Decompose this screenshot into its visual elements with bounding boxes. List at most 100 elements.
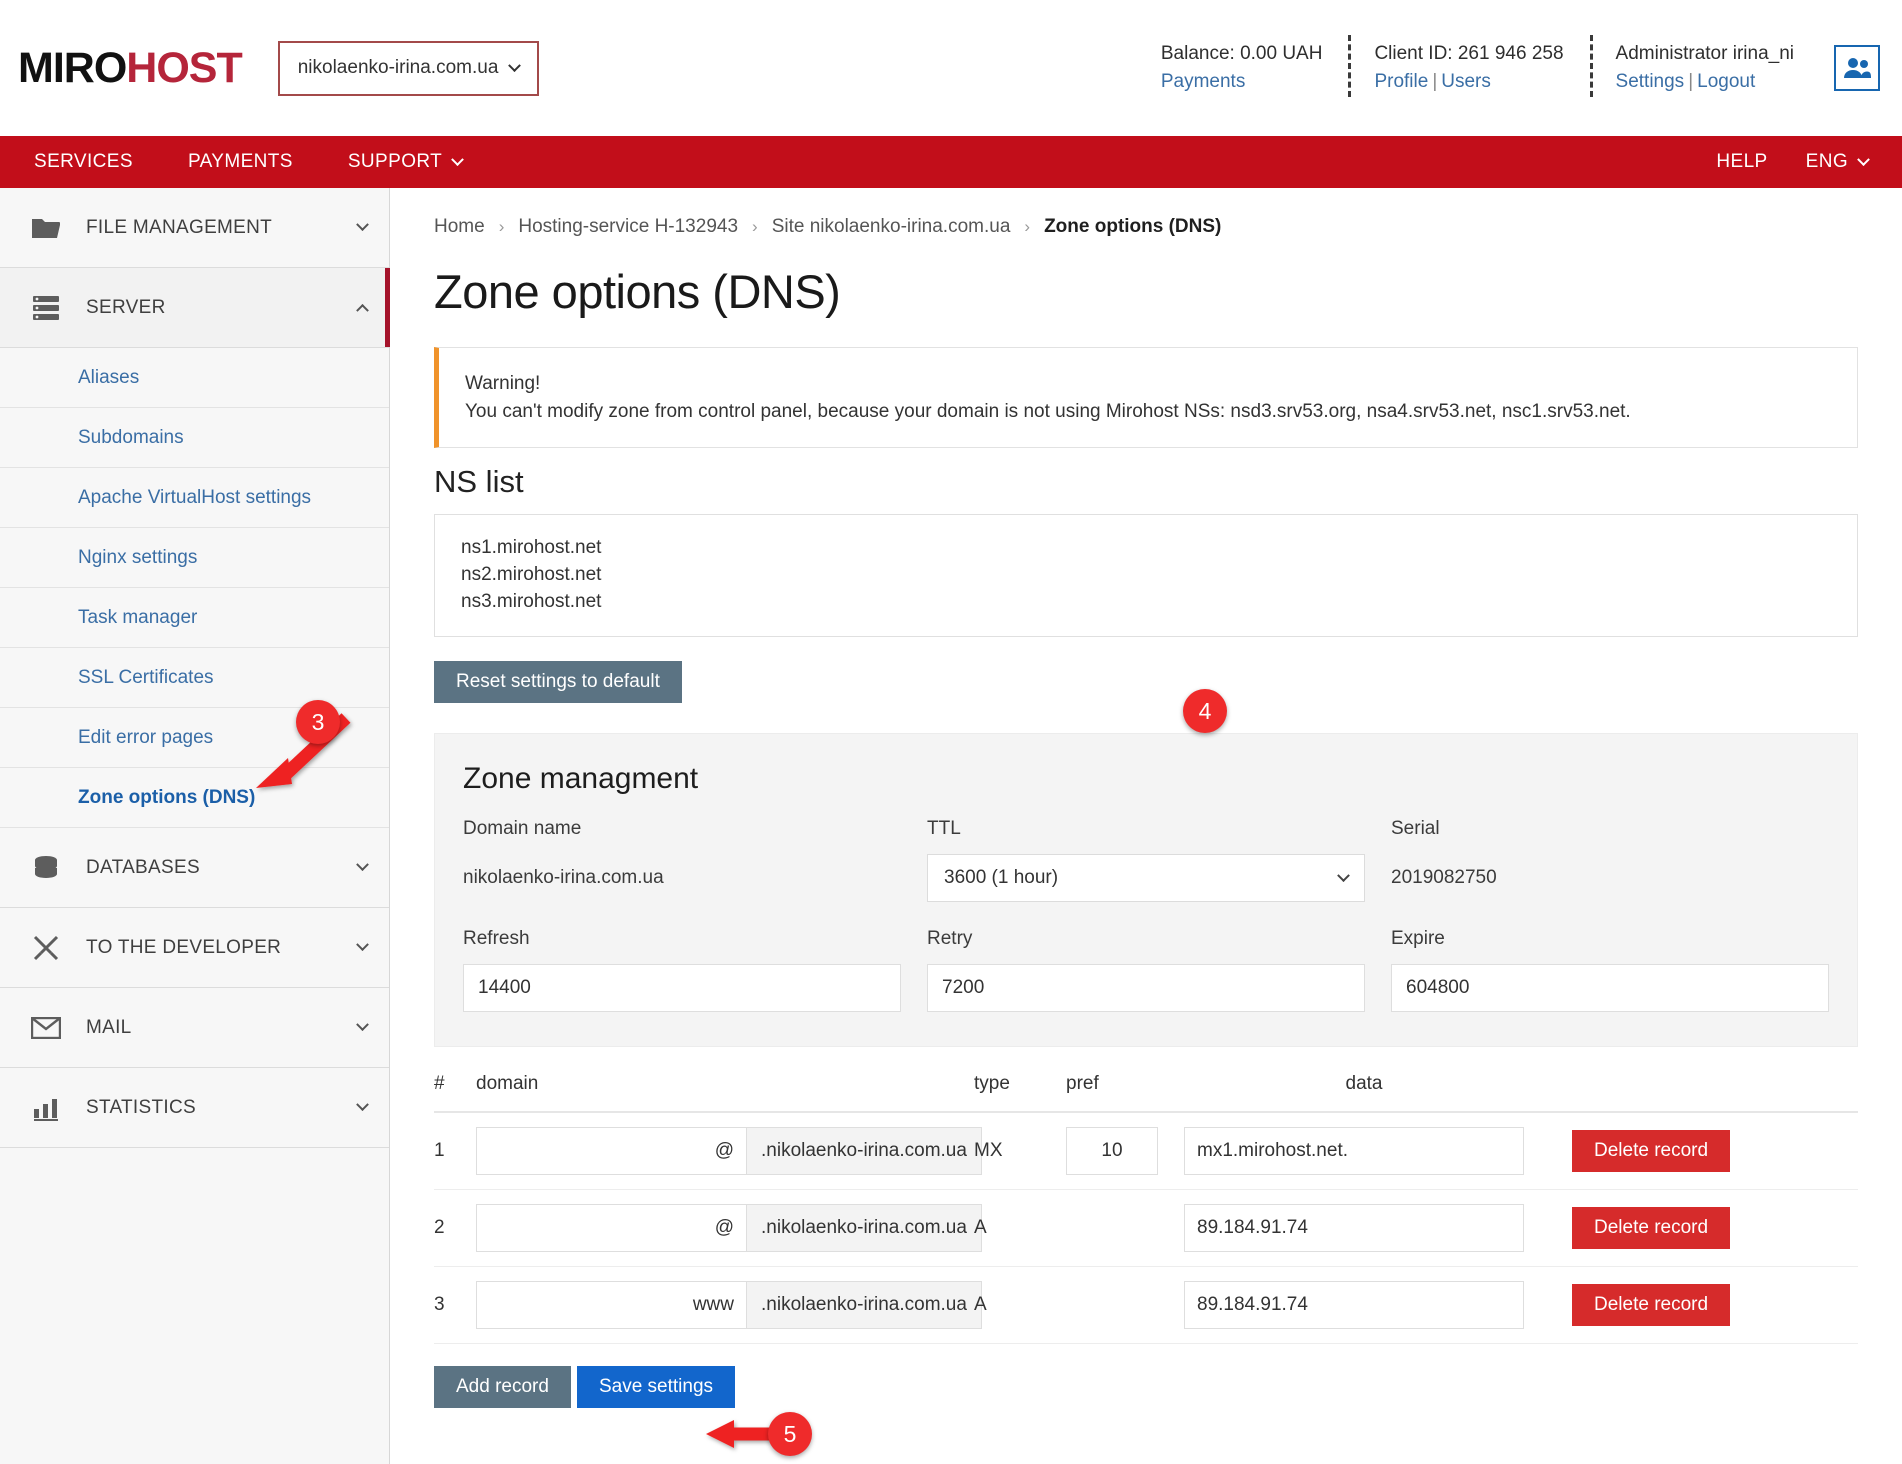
sidebar-item-task-manager[interactable]: Task manager (0, 588, 389, 648)
users-link[interactable]: Users (1441, 71, 1491, 92)
add-record-button[interactable]: Add record (434, 1366, 571, 1408)
pref-input[interactable] (1066, 1127, 1158, 1175)
payments-link[interactable]: Payments (1161, 71, 1245, 92)
ttl-selected-value: 3600 (1 hour) (944, 867, 1059, 888)
sidebar-item-to-the-developer[interactable]: TO THE DEVELOPER (0, 908, 389, 988)
sidebar-item-server[interactable]: SERVER (0, 268, 390, 348)
ttl-select[interactable]: 3600 (1 hour) (927, 854, 1365, 902)
domain-suffix-addon: .nikolaenko-irina.com.ua (746, 1204, 982, 1252)
ns-list-box: ns1.mirohost.net ns2.mirohost.net ns3.mi… (434, 514, 1858, 637)
breadcrumb-site[interactable]: Site nikolaenko-irina.com.ua (772, 216, 1011, 238)
delete-record-button[interactable]: Delete record (1572, 1284, 1731, 1326)
zone-fields-row-1: Domain name nikolaenko-irina.com.ua TTL … (463, 818, 1829, 902)
breadcrumb-home[interactable]: Home (434, 216, 485, 238)
domain-input-group: .nikolaenko-irina.com.ua (476, 1281, 982, 1329)
dns-records-table: # domain type pref data 1 .nikolaenko-ir… (434, 1073, 1858, 1344)
users-avatar-button[interactable] (1834, 45, 1880, 91)
delete-record-button[interactable]: Delete record (1572, 1130, 1731, 1172)
column-header-type: type (974, 1073, 1010, 1094)
row-number: 3 (434, 1294, 445, 1315)
row-data-cell (1184, 1127, 1544, 1175)
refresh-label: Refresh (463, 928, 530, 949)
chevron-down-icon (451, 152, 465, 166)
domain-selector-value: nikolaenko-irina.com.ua (297, 57, 499, 78)
nav-language-label: ENG (1805, 151, 1848, 172)
sidebar-item-nginx-settings[interactable]: Nginx settings (0, 528, 389, 588)
field-expire: Expire (1391, 928, 1829, 1012)
logout-link[interactable]: Logout (1697, 71, 1755, 92)
field-retry: Retry (927, 928, 1365, 1012)
domain-input[interactable] (476, 1281, 746, 1329)
column-header-domain: domain (476, 1073, 539, 1094)
annotation-marker-4: 4 (1183, 689, 1227, 733)
refresh-input[interactable] (463, 964, 901, 1012)
sidebar-label-zone-options: Zone options (DNS) (78, 786, 256, 808)
nav-language[interactable]: ENG (1805, 151, 1870, 173)
sidebar-item-ssl-certificates[interactable]: SSL Certificates (0, 648, 389, 708)
zone-management-title: Zone managment (463, 762, 699, 795)
sidebar-item-mail[interactable]: MAIL (0, 988, 389, 1068)
sidebar-item-apache-virtualhost-settings[interactable]: Apache VirtualHost settings (0, 468, 389, 528)
row-domain-cell: .nikolaenko-irina.com.ua (476, 1127, 982, 1175)
row-actions: Delete record (1572, 1284, 1731, 1326)
nav-payments[interactable]: PAYMENTS (188, 151, 293, 173)
row-data-cell (1184, 1204, 1544, 1252)
link-separator: | (1432, 70, 1438, 92)
row-type: A (974, 1217, 987, 1238)
delete-record-button[interactable]: Delete record (1572, 1207, 1731, 1249)
domain-suffix-addon: .nikolaenko-irina.com.ua (746, 1281, 982, 1329)
data-input[interactable] (1184, 1204, 1524, 1252)
row-actions: Delete record (1572, 1207, 1731, 1249)
chevron-down-icon (508, 58, 522, 72)
nav-support-label: SUPPORT (347, 151, 443, 172)
serial-value: 2019082750 (1391, 867, 1497, 888)
expire-input[interactable] (1391, 964, 1829, 1012)
page-title: Zone options (DNS) (434, 265, 841, 318)
table-row: 3 .nikolaenko-irina.com.ua A Delete reco… (434, 1267, 1858, 1344)
chevron-down-icon (1857, 152, 1870, 166)
chevron-down-icon (356, 938, 369, 952)
nav-help-label: HELP (1716, 151, 1768, 172)
sidebar-item-file-management[interactable]: FILE MANAGEMENT (0, 188, 389, 268)
balance-group: Balance: 0.00 UAH Payments (1135, 43, 1349, 93)
site-logo[interactable]: MIROHOST (18, 46, 243, 90)
retry-input[interactable] (927, 964, 1365, 1012)
main-navigation: SERVICES PAYMENTS SUPPORT HELP ENG (0, 136, 1902, 188)
breadcrumb-current: Zone options (DNS) (1044, 216, 1222, 237)
users-icon (1844, 58, 1871, 78)
nav-services[interactable]: SERVICES (34, 151, 133, 173)
nav-services-label: SERVICES (34, 151, 133, 172)
sidebar-label-developer: TO THE DEVELOPER (86, 936, 282, 958)
top-header: MIROHOST nikolaenko-irina.com.ua Balance… (0, 0, 1902, 136)
settings-link[interactable]: Settings (1616, 71, 1685, 92)
save-settings-button[interactable]: Save settings (576, 1366, 736, 1408)
main-content: Home › Hosting-service H-132943 › Site n… (390, 188, 1902, 1464)
sidebar-item-subdomains[interactable]: Subdomains (0, 408, 389, 468)
sidebar-item-databases[interactable]: DATABASES (0, 828, 389, 908)
nav-support[interactable]: SUPPORT (347, 151, 465, 173)
sidebar-item-aliases[interactable]: Aliases (0, 348, 389, 408)
row-type: A (974, 1294, 987, 1315)
ns-entry: ns2.mirohost.net (461, 564, 602, 586)
breadcrumb-hosting-service[interactable]: Hosting-service H-132943 (518, 216, 738, 238)
client-id-text: Client ID: 261 946 258 (1374, 42, 1564, 64)
breadcrumb-separator: › (752, 217, 758, 236)
domain-input[interactable] (476, 1204, 746, 1252)
data-input[interactable] (1184, 1281, 1524, 1329)
column-header-data: data (1345, 1073, 1383, 1094)
domain-input[interactable] (476, 1127, 746, 1175)
domain-selector[interactable]: nikolaenko-irina.com.ua (277, 40, 540, 96)
breadcrumb: Home › Hosting-service H-132943 › Site n… (434, 216, 1858, 238)
admin-links: Settings | Logout (1616, 71, 1756, 93)
sidebar-item-statistics[interactable]: STATISTICS (0, 1068, 389, 1148)
data-input[interactable] (1184, 1127, 1524, 1175)
annotation-marker-5: 5 (768, 1412, 812, 1456)
reset-settings-button[interactable]: Reset settings to default (434, 661, 682, 703)
sidebar-label-error-pages: Edit error pages (78, 726, 214, 748)
serial-label: Serial (1391, 818, 1440, 839)
header-account-area: Balance: 0.00 UAH Payments Client ID: 26… (1135, 0, 1880, 136)
retry-label: Retry (927, 928, 973, 949)
profile-link[interactable]: Profile (1374, 71, 1428, 92)
nav-help[interactable]: HELP (1716, 151, 1767, 173)
table-row: 1 .nikolaenko-irina.com.ua MX Delete rec… (434, 1113, 1858, 1190)
